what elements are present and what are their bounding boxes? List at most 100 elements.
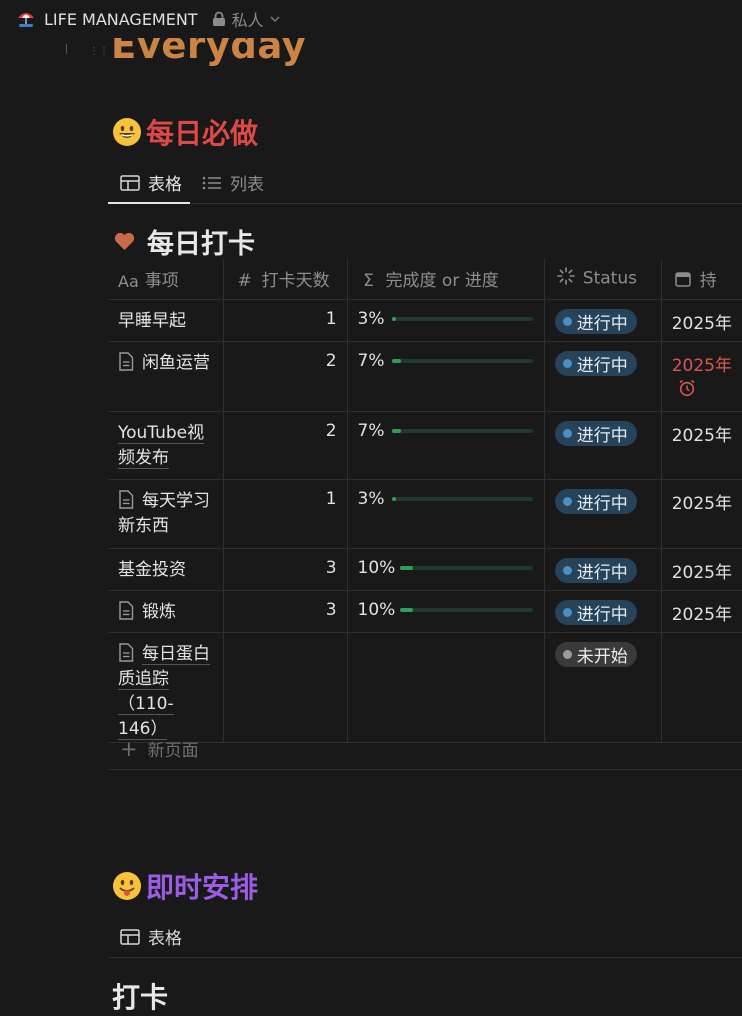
cell-days[interactable]: 2	[223, 341, 348, 412]
cell-name[interactable]: YouTube视频发布	[108, 411, 224, 480]
progress-percent: 3%	[357, 488, 385, 509]
alarm-clock-icon	[678, 379, 732, 402]
status-badge[interactable]: 进行中	[554, 350, 637, 376]
section-heading-daily: 每日必做	[112, 112, 258, 152]
column-header-days[interactable]: # 打卡天数	[223, 259, 348, 300]
status-label: 进行中	[576, 425, 628, 446]
chevron-down-icon[interactable]	[270, 13, 280, 26]
row-title[interactable]: YouTube视频发布	[118, 422, 205, 469]
row-title[interactable]: 锻炼	[142, 602, 176, 622]
cell-name[interactable]: 闲鱼运营	[108, 341, 224, 412]
date-value: 2025年	[671, 313, 732, 334]
cell-days[interactable]: 1	[223, 479, 348, 549]
page-icon	[118, 351, 142, 373]
progress-fill	[399, 565, 413, 570]
cell-name[interactable]: 早睡早起	[108, 299, 224, 342]
status-label: 进行中	[576, 313, 628, 334]
row-title[interactable]: 闲鱼运营	[142, 353, 210, 373]
status-badge[interactable]: 进行中	[554, 488, 637, 514]
section-title: 即时安排	[146, 871, 259, 904]
cell-days[interactable]	[223, 632, 348, 743]
privacy-label[interactable]: 私人	[232, 7, 264, 31]
new-page-button[interactable]: + 新页面	[108, 728, 742, 770]
grinning-face-icon	[112, 117, 142, 147]
column-header-name[interactable]: Aa 事项	[108, 259, 224, 300]
date-value: 2025年	[671, 562, 732, 583]
cell-status[interactable]: 进行中	[544, 590, 662, 633]
cell-name[interactable]: 每日蛋白质追踪（110-146）	[108, 632, 224, 743]
column-header-progress[interactable]: Σ 完成度 or 进度	[347, 259, 545, 300]
cell-days[interactable]: 2	[223, 411, 348, 480]
drag-handle-line	[66, 44, 69, 54]
table-row[interactable]: 每日蛋白质追踪（110-146） 未开始	[108, 632, 742, 743]
cell-status[interactable]: 未开始	[544, 632, 662, 743]
cell-date[interactable]: 2025年	[661, 479, 742, 549]
workspace-title[interactable]: LIFE MANAGEMENT	[44, 10, 198, 29]
table-icon	[120, 174, 140, 191]
table-row[interactable]: YouTube视频发布 2 7% 进行中 2025年	[108, 411, 742, 480]
page-icon	[118, 642, 142, 664]
cell-status[interactable]: 进行中	[544, 479, 662, 549]
progress-percent: 3%	[357, 308, 385, 329]
text-type-icon: Aa	[118, 271, 139, 291]
table-row[interactable]: 闲鱼运营 2 7% 进行中 2025年	[108, 341, 742, 412]
row-title[interactable]: 基金投资	[118, 560, 186, 580]
cell-date[interactable]: 2025年	[661, 590, 742, 633]
progress-fill	[391, 358, 402, 363]
cell-date[interactable]: 2025年	[661, 341, 742, 412]
cell-date[interactable]: 2025年	[661, 411, 742, 480]
page-icon	[118, 600, 142, 622]
view-tabs-2: 表格	[108, 916, 742, 958]
row-title[interactable]: 早睡早起	[118, 311, 186, 331]
cell-status[interactable]: 进行中	[544, 341, 662, 412]
heart-icon	[114, 232, 135, 251]
days-value: 3	[325, 557, 337, 578]
status-badge[interactable]: 未开始	[554, 641, 637, 667]
progress-bar	[399, 565, 533, 570]
table-row[interactable]: 每天学习新东西 1 3% 进行中 2025年	[108, 479, 742, 549]
calendar-icon	[672, 271, 694, 292]
status-badge[interactable]: 进行中	[554, 308, 637, 334]
cell-date[interactable]: 2025年	[661, 548, 742, 591]
progress-percent: 7%	[357, 420, 385, 441]
column-header-date[interactable]: 持	[661, 259, 742, 300]
column-header-status[interactable]: Status	[544, 259, 662, 300]
cell-status[interactable]: 进行中	[544, 548, 662, 591]
status-dot	[562, 607, 572, 617]
tab-list[interactable]: 列表	[190, 162, 272, 203]
tab-table[interactable]: 表格	[108, 916, 190, 957]
cell-name[interactable]: 每天学习新东西	[108, 479, 224, 549]
database-title-2[interactable]: 打卡	[112, 976, 168, 1016]
status-label: 未开始	[576, 646, 628, 667]
cell-name[interactable]: 基金投资	[108, 548, 224, 591]
tab-table[interactable]: 表格	[108, 162, 190, 204]
cell-status[interactable]: 进行中	[544, 299, 662, 342]
lock-icon	[212, 11, 226, 27]
table-row[interactable]: 早睡早起 1 3% 进行中 2025年	[108, 299, 742, 342]
section-title: 每日必做	[146, 117, 259, 150]
cell-days[interactable]: 3	[223, 548, 348, 591]
tab-label: 表格	[148, 175, 182, 195]
status-label: 进行中	[576, 562, 628, 583]
progress-percent: 10%	[357, 599, 396, 620]
cell-name[interactable]: 锻炼	[108, 590, 224, 633]
date-value: 2025年	[671, 493, 732, 514]
status-dot	[562, 565, 572, 575]
status-badge[interactable]: 进行中	[554, 420, 637, 446]
date-value: 2025年	[671, 355, 732, 376]
formula-type-icon: Σ	[363, 271, 374, 292]
status-badge[interactable]: 进行中	[554, 599, 637, 625]
table-row[interactable]: 锻炼 3 10% 进行中 2025年	[108, 590, 742, 633]
status-dot	[562, 316, 572, 326]
cell-days[interactable]: 3	[223, 590, 348, 633]
cell-date[interactable]	[661, 632, 742, 743]
database-title[interactable]: 每日打卡	[114, 222, 255, 261]
cell-status[interactable]: 进行中	[544, 411, 662, 480]
date-value: 2025年	[671, 604, 732, 625]
table-row[interactable]: 基金投资 3 10% 进行中 2025年	[108, 548, 742, 591]
progress-fill	[391, 496, 396, 501]
cell-date[interactable]: 2025年	[661, 299, 742, 342]
drag-handle-icon[interactable]: ⋮⋮	[89, 46, 109, 57]
cell-days[interactable]: 1	[223, 299, 348, 342]
status-badge[interactable]: 进行中	[554, 557, 637, 583]
